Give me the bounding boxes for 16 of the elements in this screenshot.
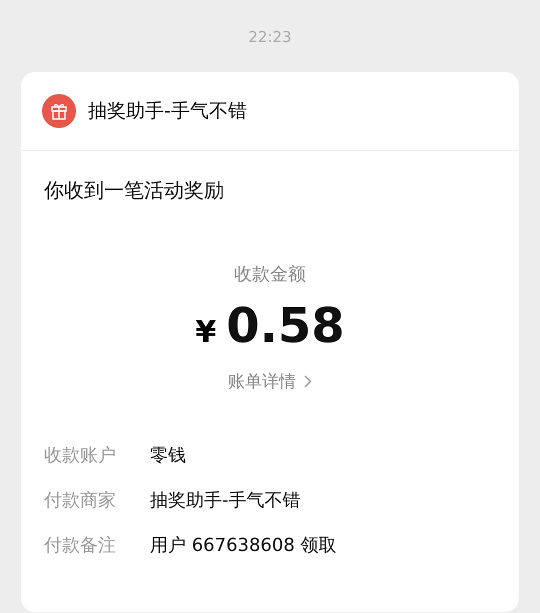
field-value: 抽奖助手-手气不错 xyxy=(150,489,300,512)
field-label: 付款备注 xyxy=(44,534,117,557)
field-value: 用户 667638608 领取 xyxy=(150,534,337,557)
gift-icon xyxy=(42,94,76,128)
payment-card[interactable]: 抽奖助手-手气不错 你收到一笔活动奖励 收款金额 ¥ 0.58 账单详情 收款账户 零钱 付款商家 抽奖助手-手气不错 付款备注 用户 667638608 领取 xyxy=(21,72,519,612)
amount-label: 收款金额 xyxy=(233,263,307,286)
field-value: 零钱 xyxy=(150,444,186,467)
headline: 你收到一笔活动奖励 xyxy=(44,177,225,204)
currency-symbol: ¥ xyxy=(195,315,216,350)
chevron-icon xyxy=(304,375,312,388)
details-link[interactable]: 账单详情 xyxy=(44,370,496,393)
amount-value: 0.58 xyxy=(226,298,345,354)
sender-name: 抽奖助手-手气不错 xyxy=(88,99,247,124)
field-label: 收款账户 xyxy=(44,444,117,467)
field-label: 付款商家 xyxy=(44,489,117,512)
message-time: 22:23 xyxy=(247,28,293,48)
